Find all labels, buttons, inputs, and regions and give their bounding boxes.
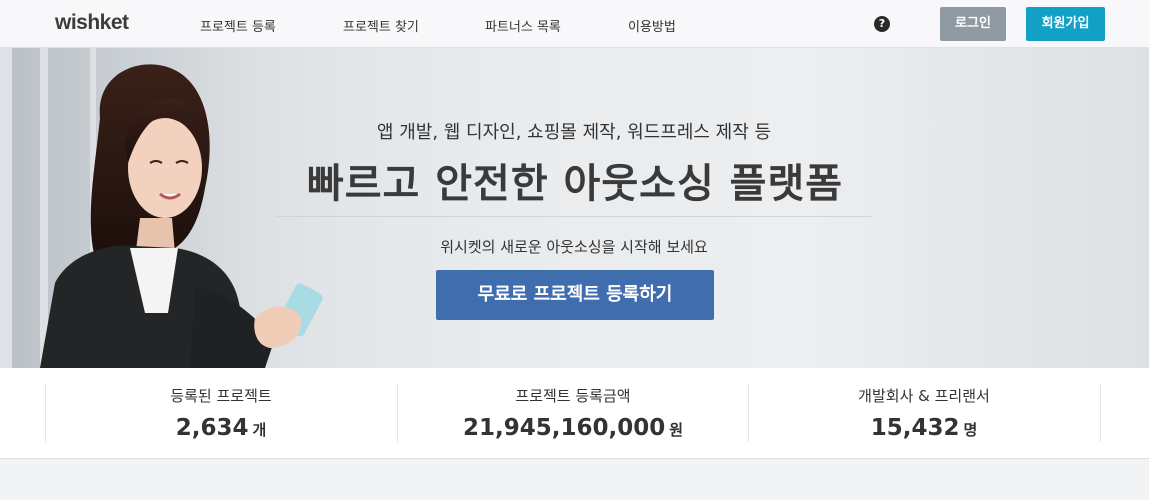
stat-unit: 명	[963, 421, 978, 439]
hero-banner: 앱 개발, 웹 디자인, 쇼핑몰 제작, 워드프레스 제작 등 빠르고 안전한 …	[0, 48, 1149, 368]
nav-how-to-use[interactable]: 이용방법	[628, 16, 676, 35]
stat-unit: 원	[669, 421, 684, 439]
stats-divider	[1100, 384, 1101, 442]
nav-partners-list[interactable]: 파트너스 목록	[485, 16, 561, 35]
hero-title: 빠르고 안전한 아웃소싱 플랫폼	[306, 161, 844, 207]
top-navigation-bar: wishket 프로젝트 등록 프로젝트 찾기 파트너스 목록 이용방법 ? 로…	[0, 0, 1149, 48]
stat-unit: 개	[252, 421, 267, 439]
login-button[interactable]: 로그인	[940, 7, 1006, 41]
stat-value: 2,634	[175, 415, 249, 441]
hero-description: 위시켓의 새로운 아웃소싱을 시작해 보세요	[440, 238, 708, 256]
signup-button[interactable]: 회원가입	[1026, 7, 1105, 41]
hero-divider	[276, 216, 872, 217]
nav-project-search[interactable]: 프로젝트 찾기	[343, 16, 419, 35]
stat-project-amount: 프로젝트 등록금액 21,945,160,000 원	[397, 385, 749, 441]
free-project-register-button[interactable]: 무료로 프로젝트 등록하기	[436, 270, 714, 320]
stat-value: 21,945,160,000	[462, 415, 666, 441]
wishket-logo[interactable]: wishket	[55, 11, 129, 35]
stat-partners-count: 개발회사 & 프리랜서 15,432 명	[748, 385, 1100, 441]
nav-project-register[interactable]: 프로젝트 등록	[200, 16, 276, 35]
stat-value: 15,432	[870, 415, 960, 441]
stat-label: 개발회사 & 프리랜서	[858, 387, 990, 405]
stat-registered-projects: 등록된 프로젝트 2,634 개	[45, 385, 397, 441]
stat-label: 프로젝트 등록금액	[515, 387, 631, 405]
stat-label: 등록된 프로젝트	[170, 387, 272, 405]
stats-bar: 등록된 프로젝트 2,634 개 프로젝트 등록금액 21,945,160,000…	[0, 368, 1149, 459]
hero-subtitle: 앱 개발, 웹 디자인, 쇼핑몰 제작, 워드프레스 제작 등	[376, 122, 772, 143]
help-icon[interactable]: ?	[874, 16, 890, 32]
